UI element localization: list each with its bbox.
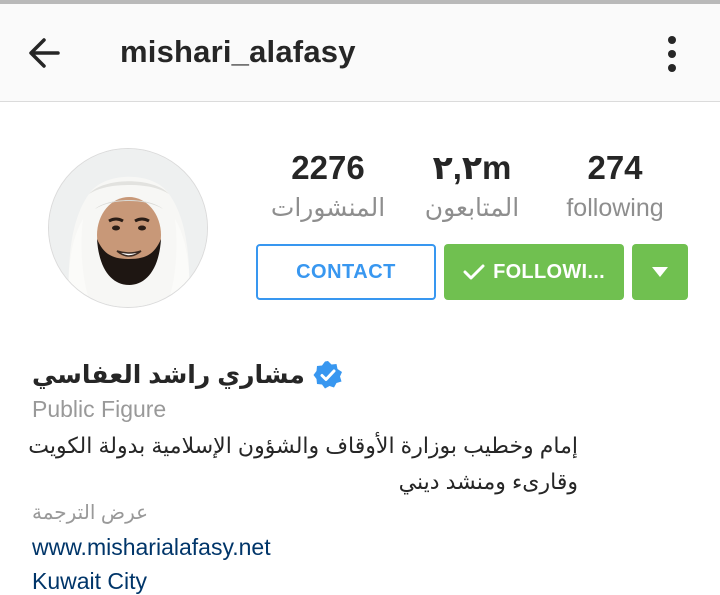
following-count: 274 [587,149,643,186]
bio-line-2: وقارىء ومنشد ديني [398,469,578,494]
following-button[interactable]: FOLLOWI... [444,244,624,300]
check-icon [463,263,485,281]
arrow-left-icon [29,38,60,68]
see-translation-link[interactable]: عرض الترجمة [32,500,148,525]
triangle-down-icon [652,267,668,277]
more-options-button[interactable] [654,32,690,76]
bio-line-1: إمام وخطيب بوزارة الأوقاف والشؤون الإسلا… [28,433,578,458]
website-link[interactable]: www.misharialafasy.net [32,534,271,561]
profile-category: Public Figure [32,396,167,422]
stat-posts[interactable]: 2276 المنشورات [258,148,398,225]
posts-label: المنشورات [270,194,386,222]
bio-text: إمام وخطيب بوزارة الأوقاف والشؤون الإسلا… [18,428,578,500]
followers-count: ٢,٢m [432,149,512,186]
stat-following[interactable]: 274 following [545,148,685,225]
stat-followers[interactable]: ٢,٢m المتابعون [402,148,542,225]
avatar-image [49,149,207,307]
verified-badge-icon [313,360,343,390]
more-vertical-icon [668,36,676,72]
following-button-label: FOLLOWI... [493,260,605,283]
profile-username: mishari_alafasy [120,34,356,69]
contact-button[interactable]: CONTACT [256,244,436,300]
display-name: مشاري راشد العفاسي [32,361,305,389]
suggestions-dropdown-button[interactable] [632,244,688,300]
profile-avatar[interactable] [48,148,208,308]
app-header: mishari_alafasy [0,4,720,102]
followers-label: المتابعون [424,194,520,222]
name-row: مشاري راشد العفاسي [32,356,343,394]
back-button[interactable] [22,31,66,75]
posts-count: 2276 [291,149,365,186]
following-label: following [566,194,664,222]
location-link[interactable]: Kuwait City [32,568,147,595]
